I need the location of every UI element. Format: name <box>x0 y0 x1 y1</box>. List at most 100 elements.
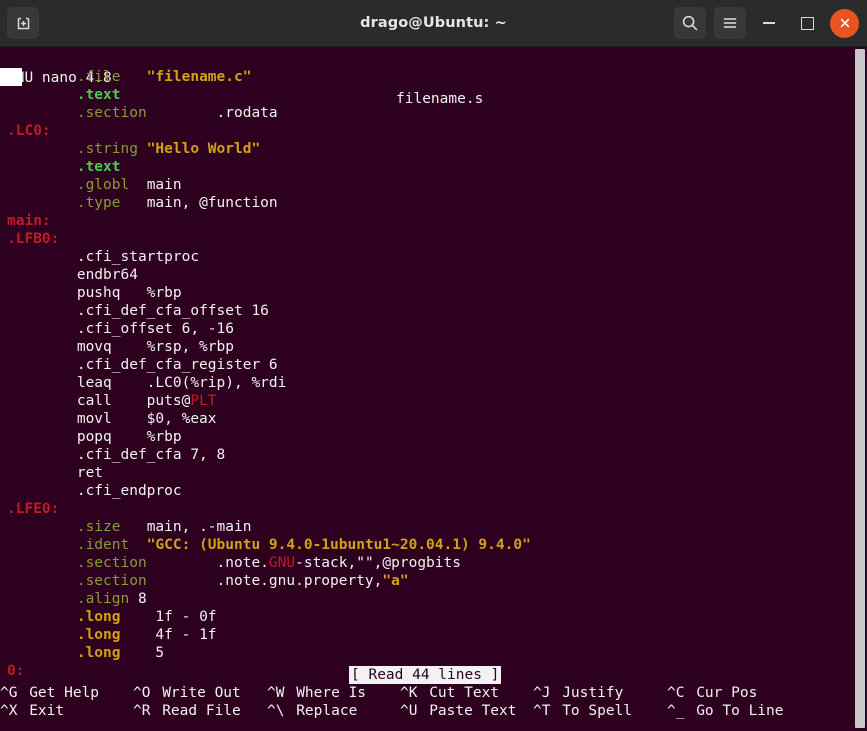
menu-button[interactable] <box>714 7 746 39</box>
new-tab-button[interactable] <box>7 7 39 39</box>
nano-header-bar: GNU nano 4.8 filename.s <box>0 47 867 107</box>
shortcut-key: ^U <box>400 702 421 720</box>
code-token: PLT <box>190 393 217 409</box>
new-tab-icon <box>17 17 29 29</box>
code-token: movq %rsp, %rbp <box>76 339 234 355</box>
code-token: .globl <box>76 177 130 193</box>
shortcut-label: To Spell <box>553 703 633 719</box>
code-token: .long <box>76 609 121 625</box>
code-token: .cfi_def_cfa 7, 8 <box>76 447 226 463</box>
maximize-button[interactable] <box>792 8 822 38</box>
scrollbar-thumb[interactable] <box>855 49 865 728</box>
shortcut-key: ^K <box>400 684 421 702</box>
code-line: .section .note.GNU-stack,"",@progbits <box>0 554 867 572</box>
shortcut-exit[interactable]: ^X Exit <box>0 702 64 720</box>
shortcut-read-file[interactable]: ^R Read File <box>133 702 241 720</box>
code-token: "filename.c" <box>146 69 252 85</box>
search-button[interactable] <box>674 7 706 39</box>
code-line: .section .rodata <box>0 104 867 122</box>
code-line: call puts@PLT <box>0 392 867 410</box>
hamburger-menu-icon <box>723 18 737 28</box>
title-bar-left-controls <box>0 7 39 39</box>
code-line: .long 5 <box>0 644 867 662</box>
code-line: .LC0: <box>0 122 867 140</box>
shortcut-replace[interactable]: ^\ Replace <box>267 702 357 720</box>
code-token: .align <box>76 591 130 607</box>
shortcut-get-help[interactable]: ^G Get Help <box>0 684 99 702</box>
minimize-button[interactable] <box>754 8 784 38</box>
shortcut-row-1: ^G Get Help ^O Write Out ^W Where Is ^K Cut… <box>0 684 867 702</box>
shortcut-go-to-line[interactable]: ^_ Go To Line <box>667 702 784 720</box>
shortcut-key: ^_ <box>667 702 688 720</box>
close-button[interactable] <box>830 8 859 38</box>
code-token: .note.gnu.property, <box>146 573 383 589</box>
shortcut-key: ^W <box>267 684 288 702</box>
shortcut-label: Get Help <box>20 685 100 701</box>
shortcut-write-out[interactable]: ^O Write Out <box>133 684 241 702</box>
code-token: .cfi_endproc <box>76 483 182 499</box>
shortcut-where-is[interactable]: ^W Where Is <box>267 684 366 702</box>
code-line: movq %rsp, %rbp <box>0 338 867 356</box>
code-line: .align 8 <box>0 590 867 608</box>
maximize-icon <box>800 16 814 30</box>
title-bar-right-controls <box>674 7 867 39</box>
code-line: .long 1f - 0f <box>0 608 867 626</box>
shortcut-label: Paste Text <box>420 703 517 719</box>
shortcut-paste-text[interactable]: ^U Paste Text <box>400 702 517 720</box>
terminal-content[interactable]: GNU nano 4.8 filename.s .file "filename.… <box>0 47 867 731</box>
shortcut-key: ^J <box>533 684 554 702</box>
code-token: .cfi_def_cfa_offset 16 <box>76 303 269 319</box>
code-token: ret <box>76 465 104 481</box>
scrollbar[interactable] <box>853 47 867 731</box>
shortcut-label: Replace <box>287 703 358 719</box>
shortcut-bar: ^G Get Help ^O Write Out ^W Where Is ^K Cut… <box>0 684 867 731</box>
code-token: .section <box>76 105 147 121</box>
code-line: endbr64 <box>0 266 867 284</box>
shortcut-to-spell[interactable]: ^T To Spell <box>533 702 632 720</box>
shortcut-cur-pos[interactable]: ^C Cur Pos <box>667 684 757 702</box>
code-token: .section <box>76 573 147 589</box>
code-line: popq %rbp <box>0 428 867 446</box>
search-icon <box>682 15 698 31</box>
minimize-icon <box>763 22 775 24</box>
code-token: main, .-main <box>120 519 252 535</box>
code-line: .ident "GCC: (Ubuntu 9.4.0-1ubuntu1~20.0… <box>0 536 867 554</box>
code-token: GNU <box>268 555 296 571</box>
close-icon <box>840 18 849 28</box>
editor-text-area[interactable]: .file "filename.c" .text .section .rodat… <box>0 68 867 684</box>
code-token: .note. <box>146 555 269 571</box>
title-bar: drago@Ubuntu: ~ <box>0 0 867 47</box>
code-line: .globl main <box>0 176 867 194</box>
code-line: movl $0, %eax <box>0 410 867 428</box>
code-line: .string "Hello World" <box>0 140 867 158</box>
code-token: .LFE0: <box>7 501 60 517</box>
shortcut-key: ^G <box>0 684 21 702</box>
shortcut-label: Where Is <box>287 685 367 701</box>
code-line: .cfi_def_cfa_register 6 <box>0 356 867 374</box>
code-token: .ident <box>76 537 130 553</box>
code-token: 4f - 1f <box>120 627 217 643</box>
code-line: main: <box>0 212 867 230</box>
status-message: [ Read 44 lines ] <box>349 666 502 684</box>
code-token: .long <box>76 627 121 643</box>
code-line: .LFB0: <box>0 230 867 248</box>
code-token: .type <box>76 195 121 211</box>
shortcut-key: ^T <box>533 702 554 720</box>
shortcut-key: ^R <box>133 702 154 720</box>
code-token: "GCC: (Ubuntu 9.4.0-1ubuntu1~20.04.1) 9.… <box>146 537 531 553</box>
code-token: -stack,"",@progbits <box>295 555 461 571</box>
shortcut-row-2: ^X Exit ^R Read File ^\ Replace ^U Paste Te… <box>0 702 867 720</box>
code-token: 5 <box>120 645 165 661</box>
shortcut-justify[interactable]: ^J Justify <box>533 684 623 702</box>
code-token: .rodata <box>146 105 278 121</box>
code-token: pushq %rbp <box>76 285 182 301</box>
code-line: .text <box>0 86 867 104</box>
shortcut-label: Go To Line <box>687 703 784 719</box>
code-token: .size <box>76 519 121 535</box>
code-line: .cfi_def_cfa 7, 8 <box>0 446 867 464</box>
code-token: 8 <box>129 591 147 607</box>
shortcut-cut-text[interactable]: ^K Cut Text <box>400 684 499 702</box>
shortcut-label: Write Out <box>153 685 241 701</box>
code-token: .long <box>76 645 121 661</box>
